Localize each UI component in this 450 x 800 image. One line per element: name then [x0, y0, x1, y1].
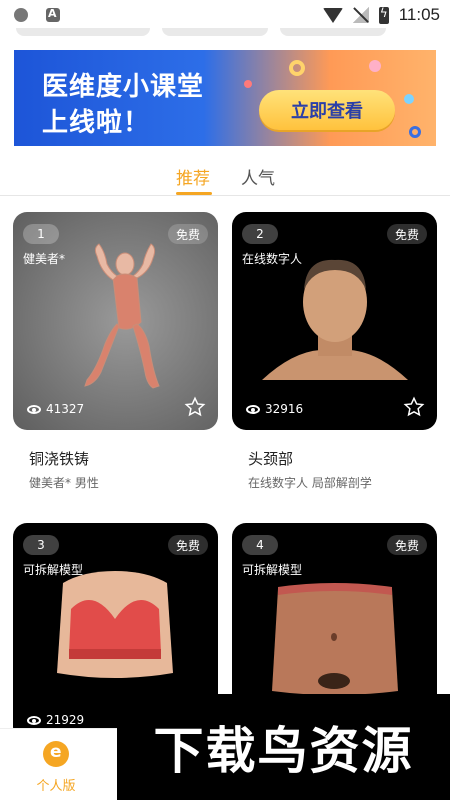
view-count: 32916 — [246, 402, 303, 416]
view-count: 21929 — [27, 713, 84, 727]
model-category-label: 可拆解模型 — [23, 563, 84, 577]
eye-icon — [246, 404, 260, 414]
battery-charging-icon — [378, 6, 389, 24]
category-chip-row — [0, 28, 450, 38]
view-count: 41327 — [27, 402, 84, 416]
model-subtitle: 在线数字人 局部解剖学 — [248, 476, 372, 490]
wifi-icon — [322, 7, 343, 23]
watermark-text: 下载鸟资源 — [153, 722, 414, 780]
tab-bar: 推荐 人气 — [0, 158, 450, 196]
nav-label: 个人版 — [36, 779, 76, 794]
decor-dot — [244, 80, 252, 88]
tab-popular[interactable]: 人气 — [241, 164, 275, 189]
active-tab-indicator — [176, 192, 212, 195]
nav-personal-edition[interactable]: 个人版 — [20, 735, 92, 795]
decor-dot — [369, 60, 381, 72]
model-rank-badge: 4 — [242, 535, 278, 555]
banner-subtitle: 上线啦！ — [42, 108, 151, 138]
decor-dot — [404, 94, 414, 104]
model-subtitle: 健美者* 男性 — [29, 476, 99, 490]
free-badge: 免费 — [168, 224, 208, 244]
no-signal-icon — [352, 7, 369, 23]
model-title: 头颈部 — [248, 450, 294, 468]
model-thumbnail[interactable]: 2 免费 在线数字人 32916 — [232, 212, 437, 430]
free-badge: 免费 — [387, 535, 427, 555]
model-category-label: 可拆解模型 — [242, 563, 303, 577]
model-category-label: 在线数字人 — [242, 252, 303, 266]
eye-icon — [27, 404, 41, 414]
model-rank-badge: 2 — [242, 224, 278, 244]
view-count-value: 32916 — [265, 402, 304, 416]
app-notification-icon — [46, 7, 60, 22]
model-rank-badge: 1 — [23, 224, 59, 244]
banner-view-button[interactable]: 立即查看 — [259, 90, 395, 130]
app-screen: 11:05 医维度小课堂 上线啦！ 立即查看 推荐 人气 — [0, 0, 450, 800]
model-category-label: 健美者* — [23, 252, 66, 266]
tab-recommended[interactable]: 推荐 — [176, 164, 210, 189]
model-rank-badge: 3 — [23, 535, 59, 555]
category-chip[interactable] — [280, 28, 386, 36]
eye-icon — [27, 715, 41, 725]
star-icon[interactable] — [403, 396, 425, 418]
free-badge: 免费 — [387, 224, 427, 244]
personal-edition-icon — [43, 741, 69, 767]
watermark: 下载鸟资源 — [117, 694, 450, 800]
free-badge: 免费 — [168, 535, 208, 555]
model-card[interactable]: 1 免费 健美者* 41327 铜浇铁铸 健美者* 男性 — [13, 212, 218, 490]
model-thumbnail[interactable]: 1 免费 健美者* 41327 — [13, 212, 218, 430]
model-card[interactable]: 2 免费 在线数字人 32916 头颈部 在线数字人 局部解剖学 — [232, 212, 437, 490]
status-time: 11:05 — [398, 5, 440, 24]
view-count-value: 21929 — [46, 713, 85, 727]
shield-notification-icon — [14, 8, 28, 22]
star-icon[interactable] — [184, 396, 206, 418]
model-title: 铜浇铁铸 — [29, 450, 90, 468]
decor-circle — [409, 126, 421, 138]
decor-circle — [289, 60, 305, 76]
promo-banner[interactable]: 医维度小课堂 上线啦！ 立即查看 — [14, 50, 436, 146]
category-chip[interactable] — [162, 28, 268, 36]
view-count-value: 41327 — [46, 402, 85, 416]
status-bar: 11:05 — [0, 0, 450, 30]
banner-title: 医维度小课堂 — [42, 72, 205, 102]
category-chip[interactable] — [16, 28, 150, 36]
